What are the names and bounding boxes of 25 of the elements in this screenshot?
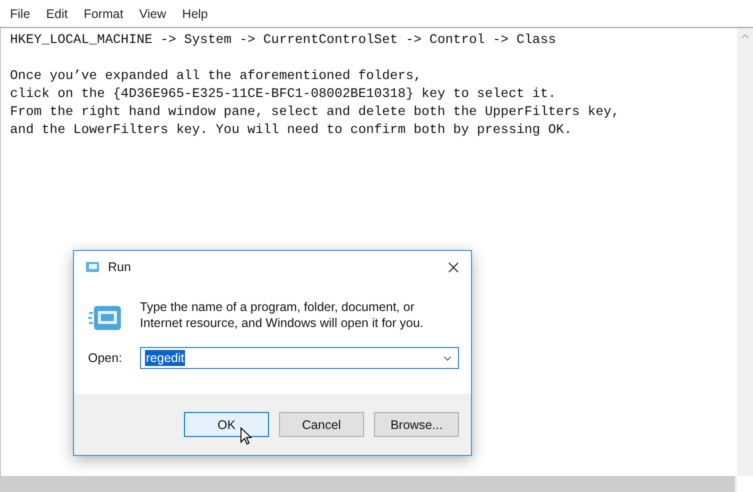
menu-item[interactable]: Format bbox=[84, 7, 124, 21]
menu-item[interactable]: Help bbox=[182, 7, 208, 21]
description-text: Type the name of a program, folder, document, or Internet resource, and Windows will open it for you. bbox=[140, 299, 424, 331]
dialog-button[interactable]: Cancel bbox=[279, 412, 364, 437]
run-icon bbox=[88, 305, 122, 331]
dialog-title: Run bbox=[108, 260, 132, 274]
vertical-scrollbar[interactable] bbox=[737, 28, 753, 476]
scroll-up-icon[interactable] bbox=[741, 34, 749, 39]
open-combo-field[interactable]: regedit bbox=[140, 347, 459, 369]
dropdown-icon[interactable] bbox=[443, 356, 452, 360]
menu-item[interactable]: File bbox=[10, 7, 30, 21]
text-line: Once you’ve expanded all the aforementioned folders, bbox=[10, 67, 423, 85]
close-icon[interactable] bbox=[448, 262, 459, 272]
open-label: Open: bbox=[88, 351, 124, 365]
text-line: HKEY_LOCAL_MACHINE -> System -> CurrentControlSet -> Control -> Class bbox=[10, 31, 558, 49]
text-line: click on the {4D36E965-E325-11CE-BFC1-08002BE10318} key to select it. bbox=[10, 85, 558, 103]
menu-item[interactable]: View bbox=[139, 7, 166, 21]
text-line: From the right hand window pane, select and delete both the UpperFilters key, bbox=[10, 103, 620, 121]
run-icon bbox=[84, 261, 100, 273]
field-value: regedit bbox=[145, 350, 186, 366]
dialog-button[interactable]: Browse... bbox=[374, 412, 459, 437]
mouse-pointer-icon bbox=[240, 427, 252, 446]
dialog-button[interactable]: OK bbox=[184, 412, 269, 437]
menu-item[interactable]: Edit bbox=[46, 7, 68, 21]
text-line: and the LowerFilters key. You will need to confirm both by pressing OK. bbox=[10, 121, 573, 139]
